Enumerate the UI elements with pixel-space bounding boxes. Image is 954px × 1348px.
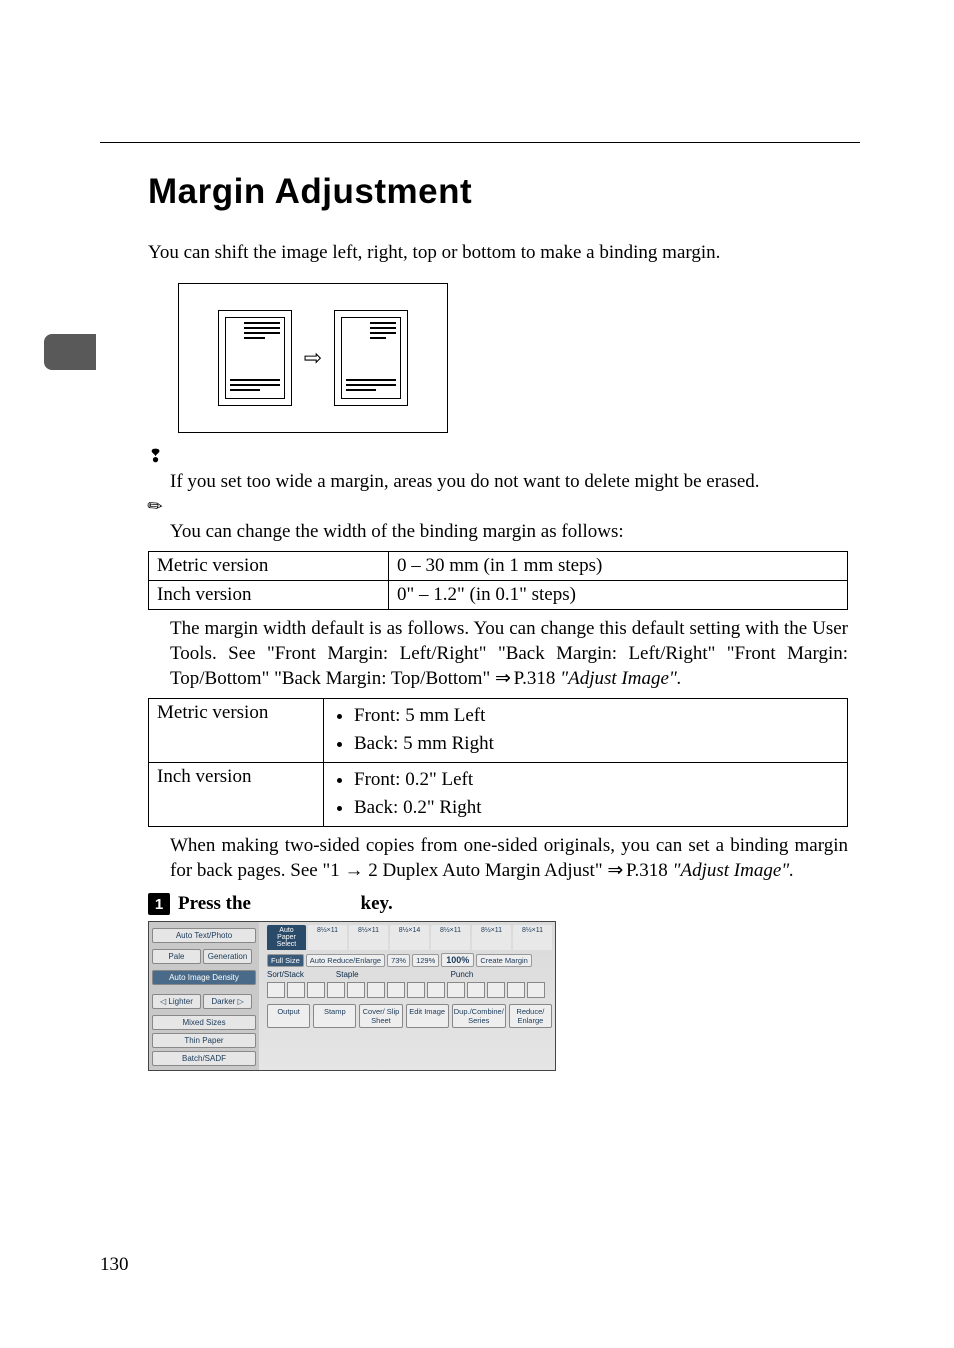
panel-tab: 8½×11	[308, 925, 347, 950]
header-rule	[100, 142, 860, 143]
note-heading: ✎	[148, 496, 848, 517]
arrow-text: →	[344, 860, 363, 881]
page-title: Margin Adjustment	[148, 172, 848, 212]
step-text-b: key.	[356, 893, 393, 914]
panel-btn: Auto Image Density	[152, 970, 256, 985]
finishing-icons	[267, 982, 552, 998]
note-icon: ✎	[143, 494, 168, 520]
default-margin-para: The margin width default is as follows. …	[170, 616, 848, 692]
list-item: Front: 0.2" Left	[354, 766, 839, 795]
original-page-icon	[218, 310, 292, 406]
table-row: Inch version Front: 0.2" Left Back: 0.2"…	[149, 762, 848, 826]
panel-func: Edit Image	[406, 1004, 449, 1028]
margin-range-table: Metric version 0 – 30 mm (in 1 mm steps)…	[148, 551, 848, 610]
table-row: Metric version Front: 5 mm Left Back: 5 …	[149, 698, 848, 762]
shifted-page-icon	[334, 310, 408, 406]
panel-chip: Auto Reduce/Enlarge	[306, 954, 385, 967]
panel-chip: 73%	[387, 954, 410, 967]
panel-chip: 100%	[441, 953, 474, 967]
panel-btn: Generation	[203, 949, 252, 964]
list-item: Front: 5 mm Left	[354, 702, 839, 731]
copier-panel-screenshot: Auto Text/Photo Pale Generation Auto Ima…	[148, 921, 556, 1071]
function-row: Output Stamp Cover/ Slip Sheet Edit Imag…	[267, 1004, 552, 1028]
panel-label: Staple	[336, 970, 359, 979]
panel-func: Reduce/ Enlarge	[509, 1004, 552, 1028]
step-1: 1 Press the key.	[148, 893, 848, 915]
step-instruction: Press the key.	[178, 893, 393, 915]
margin-diagram: ⇨	[178, 283, 448, 433]
cell: 0 – 30 mm (in 1 mm steps)	[389, 551, 848, 580]
cell: Metric version	[149, 698, 324, 762]
para-text: 2 Duplex Auto Margin Adjust"	[363, 860, 607, 881]
page-content: Margin Adjustment You can shift the imag…	[148, 172, 848, 1071]
panel-func: Cover/ Slip Sheet	[359, 1004, 402, 1028]
note-text-1: You can change the width of the binding …	[170, 519, 848, 545]
panel-tab: 8½×11	[431, 925, 470, 950]
ref-arrow-icon: ⇒	[607, 860, 621, 881]
panel-tab: 8½×11	[513, 925, 552, 950]
limitation-text: If you set too wide a margin, areas you …	[170, 469, 848, 495]
panel-tab: 8½×11	[472, 925, 511, 950]
panel-label: Punch	[451, 970, 474, 979]
panel-chip: 129%	[412, 954, 439, 967]
panel-chip: Full Size	[267, 954, 304, 967]
margin-default-table: Metric version Front: 5 mm Left Back: 5 …	[148, 698, 848, 827]
ref-page: P.318	[621, 860, 667, 881]
limitation-icon: ❢	[148, 446, 163, 466]
ref-title: "Adjust Image".	[555, 668, 681, 689]
panel-btn: Darker ▷	[203, 994, 252, 1009]
panel-btn: Auto Text/Photo	[152, 928, 256, 943]
paper-tabs: Auto Paper Select 8½×11 8½×11 8½×14 8½×1…	[267, 925, 552, 950]
panel-tab: 8½×14	[390, 925, 429, 950]
cell: 0" – 1.2" (in 0.1" steps)	[389, 580, 848, 609]
panel-tab: 8½×11	[349, 925, 388, 950]
cell: Inch version	[149, 580, 389, 609]
panel-func: Output	[267, 1004, 310, 1028]
step-number-badge: 1	[148, 893, 170, 915]
arrow-right-icon: ⇨	[304, 345, 322, 371]
panel-func: Dup./Combine/ Series	[452, 1004, 506, 1028]
table-row: Metric version 0 – 30 mm (in 1 mm steps)	[149, 551, 848, 580]
list-item: Back: 0.2" Right	[354, 794, 839, 823]
step-text-a: Press the	[178, 893, 256, 914]
cell: Front: 5 mm Left Back: 5 mm Right	[324, 698, 848, 762]
duplex-margin-para: When making two-sided copies from one-si…	[170, 833, 848, 884]
panel-func: Stamp	[313, 1004, 356, 1028]
limitation-heading: ❢	[148, 447, 848, 467]
ref-page: P.318	[509, 668, 555, 689]
panel-tab: Auto Paper Select	[267, 925, 306, 950]
cell: Front: 0.2" Left Back: 0.2" Right	[324, 762, 848, 826]
panel-btn: ◁ Lighter	[152, 994, 201, 1009]
panel-label: Sort/Stack	[267, 970, 304, 979]
panel-chip: Create Margin	[476, 954, 532, 967]
cell: Metric version	[149, 551, 389, 580]
panel-btn: Batch/SADF	[152, 1051, 256, 1066]
page-number: 130	[100, 1254, 129, 1276]
list-item: Back: 5 mm Right	[354, 730, 839, 759]
panel-btn: Pale	[152, 949, 201, 964]
ref-title: "Adjust Image".	[668, 860, 794, 881]
chapter-tab	[44, 334, 96, 370]
cell: Inch version	[149, 762, 324, 826]
intro-text: You can shift the image left, right, top…	[148, 240, 848, 267]
panel-btn: Thin Paper	[152, 1033, 256, 1048]
table-row: Inch version 0" – 1.2" (in 0.1" steps)	[149, 580, 848, 609]
panel-btn: Mixed Sizes	[152, 1015, 256, 1030]
ref-arrow-icon: ⇒	[495, 668, 509, 689]
